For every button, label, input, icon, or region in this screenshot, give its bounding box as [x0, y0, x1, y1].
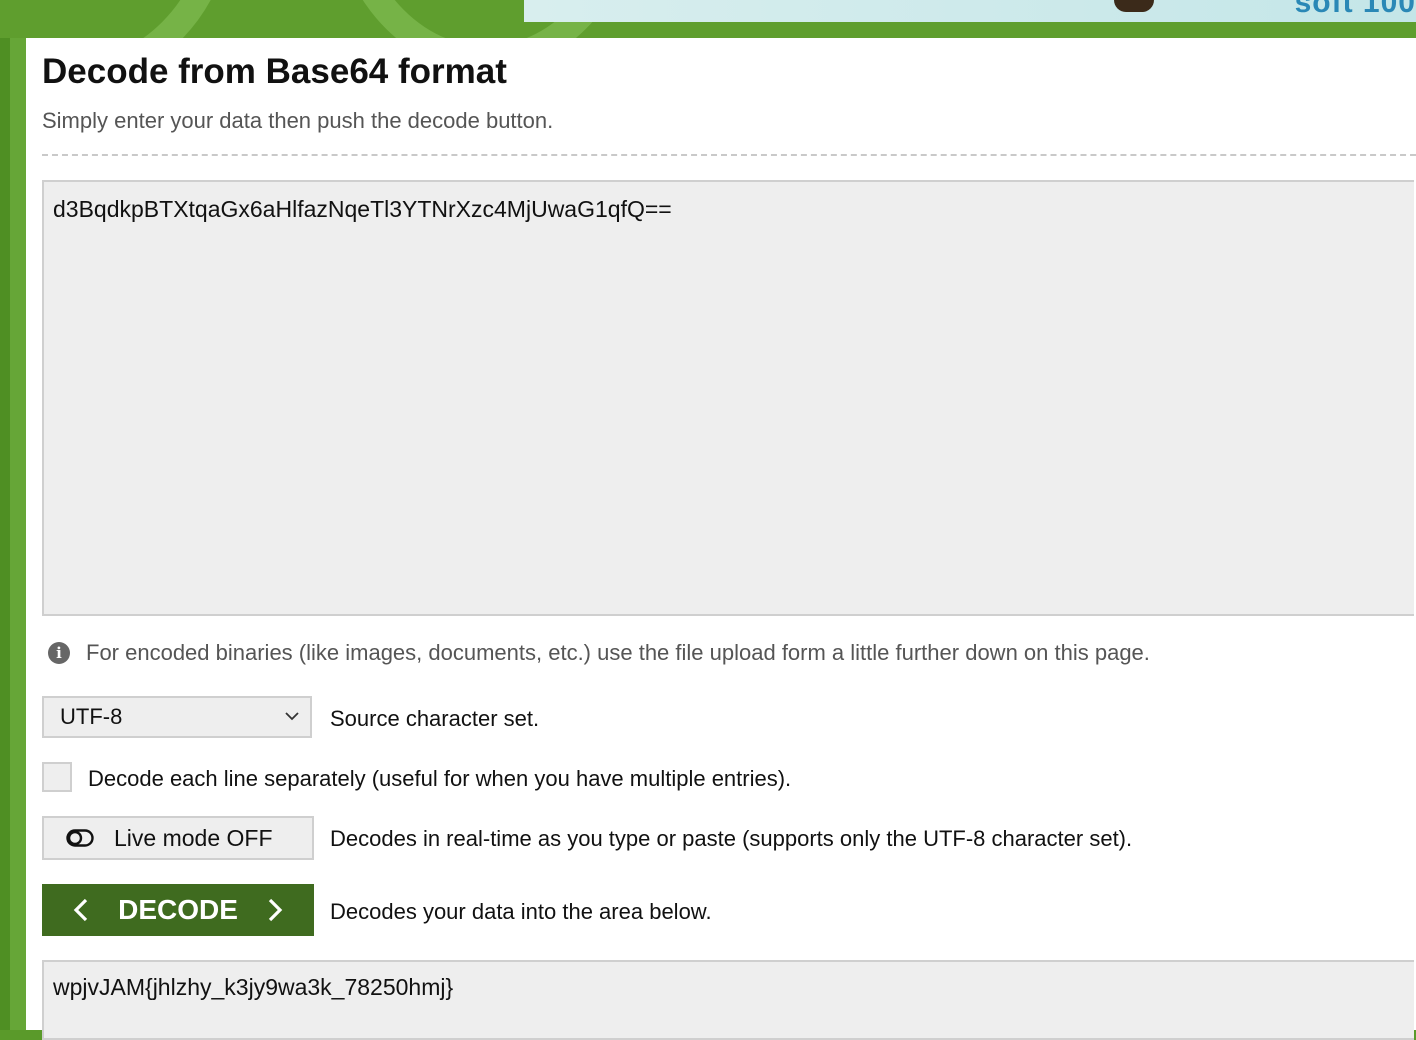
separate-lines-checkbox[interactable] — [42, 762, 72, 792]
charset-selected: UTF-8 — [60, 704, 123, 729]
separate-lines-label: Decode each line separately (useful for … — [88, 766, 792, 791]
ad-banner[interactable]: soft 100 — [524, 0, 1416, 22]
live-mode-label: Live mode OFF — [114, 824, 273, 851]
info-icon: i — [48, 642, 70, 664]
chevron-down-icon — [285, 712, 299, 721]
decorative-arc — [0, 0, 232, 38]
decoded-output[interactable]: wpjvJAM{jhlzhy_k3jy9wa3k_78250hmj} — [42, 960, 1414, 1040]
binary-info-note: i For encoded binaries (like images, doc… — [48, 640, 1150, 666]
banner-graphic — [1114, 0, 1154, 12]
chevron-left-icon — [73, 898, 88, 922]
toggle-off-icon — [66, 829, 94, 847]
info-text: For encoded binaries (like images, docum… — [86, 640, 1150, 665]
base64-input[interactable]: d3BqdkpBTXtqaGx6aHlfazNqeTl3YTNrXzc4MjUw… — [42, 180, 1414, 616]
banner-text: soft 100 — [1294, 0, 1416, 19]
charset-select[interactable]: UTF-8 — [42, 696, 312, 738]
chevron-right-icon — [268, 898, 283, 922]
page-title: Decode from Base64 format — [42, 52, 507, 91]
page-subtitle: Simply enter your data then push the dec… — [42, 108, 554, 133]
decode-button[interactable]: DECODE — [42, 884, 314, 936]
decode-button-label: DECODE — [118, 894, 238, 925]
decode-panel: Decode from Base64 format Simply enter y… — [26, 38, 1416, 1040]
decode-description: Decodes your data into the area below. — [330, 899, 712, 924]
charset-label: Source character set. — [330, 706, 540, 731]
background-left-stripe — [0, 0, 26, 1030]
live-mode-toggle[interactable]: Live mode OFF — [42, 816, 314, 860]
divider — [42, 154, 1416, 156]
live-mode-description: Decodes in real-time as you type or past… — [330, 826, 1133, 851]
